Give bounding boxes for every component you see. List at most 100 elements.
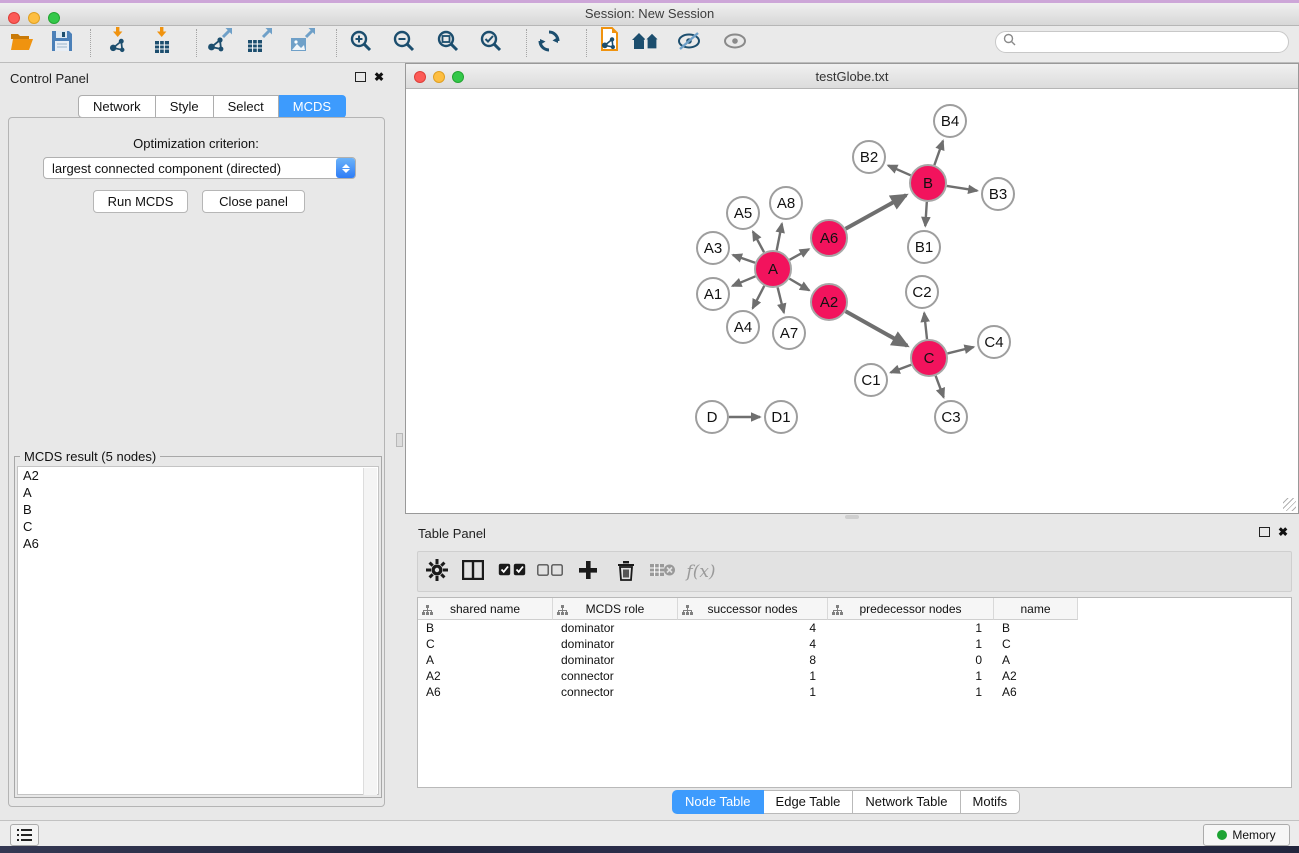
mcds-result-list[interactable]: A2ABCA6 (17, 466, 379, 795)
graph-edge-B-B1[interactable] (925, 202, 927, 226)
zoom-out-button[interactable] (384, 27, 424, 60)
graph-edge-A-A7[interactable] (778, 287, 784, 312)
memory-button[interactable]: Memory (1203, 824, 1290, 846)
import-network-button[interactable] (98, 27, 138, 60)
graph-node-A8[interactable]: A8 (769, 186, 803, 220)
graph-edge-C-C4[interactable] (947, 347, 973, 353)
result-node-item[interactable]: C (18, 518, 378, 535)
task-history-button[interactable] (10, 824, 39, 846)
graph-node-C1[interactable]: C1 (854, 363, 888, 397)
result-scrollbar[interactable] (363, 468, 377, 795)
hide-selected-button[interactable] (669, 27, 709, 60)
export-table-button[interactable] (240, 27, 280, 60)
add-column-button[interactable] (572, 556, 604, 588)
table-cell-shared_name[interactable]: A6 (418, 685, 553, 699)
table-cell-successor_nodes[interactable]: 8 (678, 653, 828, 667)
table-cell-shared_name[interactable]: A (418, 653, 553, 667)
table-row[interactable]: Adominator80A (418, 652, 1291, 668)
graph-node-A4[interactable]: A4 (726, 310, 760, 344)
show-all-button[interactable] (715, 27, 755, 60)
delete-columns-button[interactable] (610, 556, 642, 588)
import-table-button[interactable] (142, 27, 182, 60)
delete-table-button[interactable] (647, 556, 679, 588)
close-panel-icon[interactable]: ✖ (374, 72, 384, 82)
close-panel-button[interactable]: Close panel (202, 190, 305, 213)
search-input[interactable] (1020, 34, 1288, 50)
open-session-button[interactable] (2, 27, 42, 60)
table-cell-successor_nodes[interactable]: 4 (678, 621, 828, 635)
table-cell-predecessor_nodes[interactable]: 1 (828, 637, 994, 651)
graph-edge-A-A8[interactable] (777, 224, 782, 251)
table-settings-button[interactable] (421, 556, 453, 588)
result-node-item[interactable]: B (18, 501, 378, 518)
tab-node-table[interactable]: Node Table (672, 790, 764, 814)
window-resize-grip[interactable] (1283, 498, 1296, 511)
float-table-panel-icon[interactable] (1259, 527, 1270, 537)
float-panel-icon[interactable] (355, 72, 366, 82)
table-row[interactable]: A6connector11A6 (418, 684, 1291, 700)
table-cell-successor_nodes[interactable]: 1 (678, 669, 828, 683)
tab-network-table[interactable]: Network Table (853, 790, 960, 814)
zoom-fit-button[interactable] (428, 27, 468, 60)
table-cell-predecessor_nodes[interactable]: 0 (828, 653, 994, 667)
network-zoom-button[interactable] (452, 71, 464, 83)
graph-node-B3[interactable]: B3 (981, 177, 1015, 211)
network-minimize-button[interactable] (433, 71, 445, 83)
table-cell-name[interactable]: A (994, 653, 1078, 667)
zoom-in-button[interactable] (341, 27, 381, 60)
graph-node-B[interactable]: B (909, 164, 947, 202)
graph-edge-A-A6[interactable] (790, 249, 809, 260)
graph-node-A3[interactable]: A3 (696, 231, 730, 265)
export-image-button[interactable] (283, 27, 323, 60)
tab-select[interactable]: Select (214, 95, 279, 118)
minimize-window-button[interactable] (28, 12, 40, 24)
graph-edge-A-A4[interactable] (753, 286, 765, 308)
function-builder-button[interactable]: f(x) (685, 556, 717, 588)
tab-edge-table[interactable]: Edge Table (764, 790, 854, 814)
vertical-splitter-handle[interactable] (396, 433, 403, 447)
graph-node-C3[interactable]: C3 (934, 400, 968, 434)
table-cell-successor_nodes[interactable]: 4 (678, 637, 828, 651)
zoom-window-button[interactable] (48, 12, 60, 24)
table-cell-shared_name[interactable]: B (418, 621, 553, 635)
deselect-all-checkboxes-button[interactable] (534, 556, 566, 588)
table-cell-mcds_role[interactable]: dominator (553, 637, 678, 651)
graph-edge-A-A5[interactable] (753, 232, 764, 253)
result-node-item[interactable]: A2 (18, 467, 378, 484)
optimization-criterion-select[interactable]: largest connected component (directed) (43, 157, 356, 179)
network-from-selection-button[interactable] (589, 27, 629, 60)
search-field[interactable] (995, 31, 1289, 53)
column-header-predecessor_nodes[interactable]: predecessor nodes (828, 598, 994, 620)
table-cell-name[interactable]: A6 (994, 685, 1078, 699)
graph-edge-C-C2[interactable] (924, 313, 927, 339)
graph-node-A6[interactable]: A6 (810, 219, 848, 257)
result-node-item[interactable]: A (18, 484, 378, 501)
table-row[interactable]: Bdominator41B (418, 620, 1291, 636)
close-table-panel-icon[interactable]: ✖ (1278, 527, 1288, 537)
table-row[interactable]: Cdominator41C (418, 636, 1291, 652)
column-header-successor_nodes[interactable]: successor nodes (678, 598, 828, 620)
table-cell-predecessor_nodes[interactable]: 1 (828, 621, 994, 635)
graph-node-C[interactable]: C (910, 339, 948, 377)
graph-edge-A-A1[interactable] (732, 276, 755, 286)
table-cell-mcds_role[interactable]: connector (553, 669, 678, 683)
graph-node-A7[interactable]: A7 (772, 316, 806, 350)
network-canvas[interactable]: B4B2BB3A5A8A6A3B1AA1C2A2A4A7C4CC1C3DD1 (407, 89, 1298, 513)
table-cell-shared_name[interactable]: C (418, 637, 553, 651)
column-header-shared_name[interactable]: shared name (418, 598, 553, 620)
graph-node-C2[interactable]: C2 (905, 275, 939, 309)
graph-node-A2[interactable]: A2 (810, 283, 848, 321)
column-header-name[interactable]: name (994, 598, 1078, 620)
table-cell-mcds_role[interactable]: dominator (553, 621, 678, 635)
tab-motifs[interactable]: Motifs (961, 790, 1021, 814)
table-cell-successor_nodes[interactable]: 1 (678, 685, 828, 699)
column-header-mcds_role[interactable]: MCDS role (553, 598, 678, 620)
graph-edge-A2-C[interactable] (846, 311, 908, 346)
tab-mcds[interactable]: MCDS (279, 95, 346, 118)
graph-edge-A-A3[interactable] (733, 255, 755, 263)
graph-edge-C-C1[interactable] (891, 365, 912, 373)
table-cell-name[interactable]: B (994, 621, 1078, 635)
first-neighbors-button[interactable] (626, 27, 666, 60)
table-cell-name[interactable]: A2 (994, 669, 1078, 683)
save-session-button[interactable] (42, 27, 82, 60)
